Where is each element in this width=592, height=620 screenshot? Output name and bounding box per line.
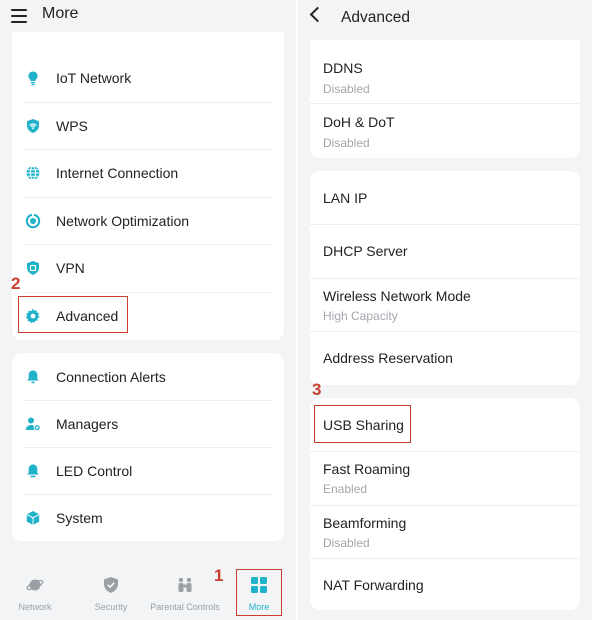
setting-status: Disabled xyxy=(323,82,370,96)
highlight-box-more xyxy=(236,569,282,616)
setting-status: Enabled xyxy=(323,482,368,496)
setting-lan-ip[interactable]: LAN IP xyxy=(310,171,580,224)
highlight-box-advanced xyxy=(18,296,128,333)
menu-item-iot-network[interactable]: IoT Network xyxy=(12,54,284,101)
menu-item-vpn[interactable]: VPN xyxy=(12,244,284,291)
menu-item-label: Connection Alerts xyxy=(56,368,166,385)
managers-icon xyxy=(25,417,41,431)
nav-label: Parental Controls xyxy=(150,602,220,612)
menu-item-system[interactable]: System xyxy=(12,494,284,541)
menu-item-label: WPS xyxy=(56,117,88,134)
setting-dhcp-server[interactable]: DHCP Server xyxy=(310,225,580,278)
setting-wireless-network-mode[interactable]: Wireless Network Mode High Capacity xyxy=(310,279,580,331)
menu-item-managers[interactable]: Managers xyxy=(12,400,284,447)
bell-icon xyxy=(27,370,39,383)
setting-doh-dot[interactable]: DoH & DoT Disabled xyxy=(310,104,580,156)
more-screen: More IoT Network WPS Internet Connection… xyxy=(0,0,296,620)
menu-item-label: Internet Connection xyxy=(56,164,179,181)
settings-group-1: DDNS Disabled DoH & DoT Disabled xyxy=(310,40,580,158)
family-icon xyxy=(178,577,192,592)
setting-status: Disabled xyxy=(323,536,370,550)
menu-item-internet-connection[interactable]: Internet Connection xyxy=(12,149,284,196)
vpn-shield-icon xyxy=(27,260,39,275)
setting-label: Beamforming xyxy=(323,515,407,531)
planet-icon xyxy=(26,579,44,591)
globe-icon xyxy=(26,165,40,180)
step-number: 2 xyxy=(11,274,21,293)
setting-label: Address Reservation xyxy=(323,350,453,366)
menu-group-1: IoT Network WPS Internet Connection Netw… xyxy=(12,32,284,340)
setting-status: High Capacity xyxy=(323,309,398,323)
menu-item-label: LED Control xyxy=(56,462,133,479)
shield-check-icon xyxy=(104,577,118,593)
menu-item-led-control[interactable]: LED Control xyxy=(12,447,284,494)
led-icon xyxy=(27,464,39,477)
setting-label: NAT Forwarding xyxy=(323,577,424,593)
setting-label: Wireless Network Mode xyxy=(323,288,471,304)
setting-status: Disabled xyxy=(323,136,370,150)
back-chevron-icon[interactable] xyxy=(309,6,326,23)
advanced-screen: Advanced DDNS Disabled DoH & DoT Disable… xyxy=(298,0,592,620)
setting-nat-forwarding[interactable]: NAT Forwarding xyxy=(310,559,580,610)
setting-beamforming[interactable]: Beamforming Disabled xyxy=(310,506,580,558)
menu-item-label: IoT Network xyxy=(56,69,132,86)
page-title: Advanced xyxy=(341,9,410,26)
menu-item-network-optimization[interactable]: Network Optimization xyxy=(12,197,284,244)
menu-group-2: Connection Alerts Managers LED Control S… xyxy=(12,353,284,541)
nav-security[interactable]: Security xyxy=(86,568,136,620)
step-number: 3 xyxy=(312,380,322,399)
highlight-box-usb-sharing xyxy=(314,405,411,443)
menu-item-wps[interactable]: WPS xyxy=(12,102,284,149)
wps-icon xyxy=(27,118,39,133)
menu-item-label: Managers xyxy=(56,415,119,432)
hamburger-menu-icon[interactable] xyxy=(11,9,27,23)
nav-label: Security xyxy=(94,602,128,612)
menu-item-label: Network Optimization xyxy=(56,212,190,229)
menu-item-label: System xyxy=(56,509,103,526)
setting-address-reservation[interactable]: Address Reservation xyxy=(310,332,580,385)
menu-item-label: VPN xyxy=(56,259,85,276)
nav-network[interactable]: Network xyxy=(10,568,60,620)
advanced-header: Advanced xyxy=(298,0,592,36)
setting-label: DDNS xyxy=(323,60,363,76)
setting-label: Fast Roaming xyxy=(323,461,411,477)
nav-parental-controls[interactable]: Parental Controls xyxy=(148,568,222,620)
step-number: 1 xyxy=(214,566,224,585)
settings-group-2: LAN IP DHCP Server Wireless Network Mode… xyxy=(310,171,580,385)
setting-label: DoH & DoT xyxy=(323,114,395,130)
page-title: More xyxy=(42,5,79,22)
setting-ddns[interactable]: DDNS Disabled xyxy=(310,50,580,102)
nav-label: Network xyxy=(18,602,52,612)
bulb-icon xyxy=(28,70,38,85)
cube-icon xyxy=(26,510,40,525)
setting-label: LAN IP xyxy=(323,190,368,206)
menu-item-connection-alerts[interactable]: Connection Alerts xyxy=(12,353,284,400)
setting-fast-roaming[interactable]: Fast Roaming Enabled xyxy=(310,452,580,504)
setting-label: DHCP Server xyxy=(323,243,408,259)
more-header: More xyxy=(0,0,296,36)
optimization-icon xyxy=(25,213,41,228)
